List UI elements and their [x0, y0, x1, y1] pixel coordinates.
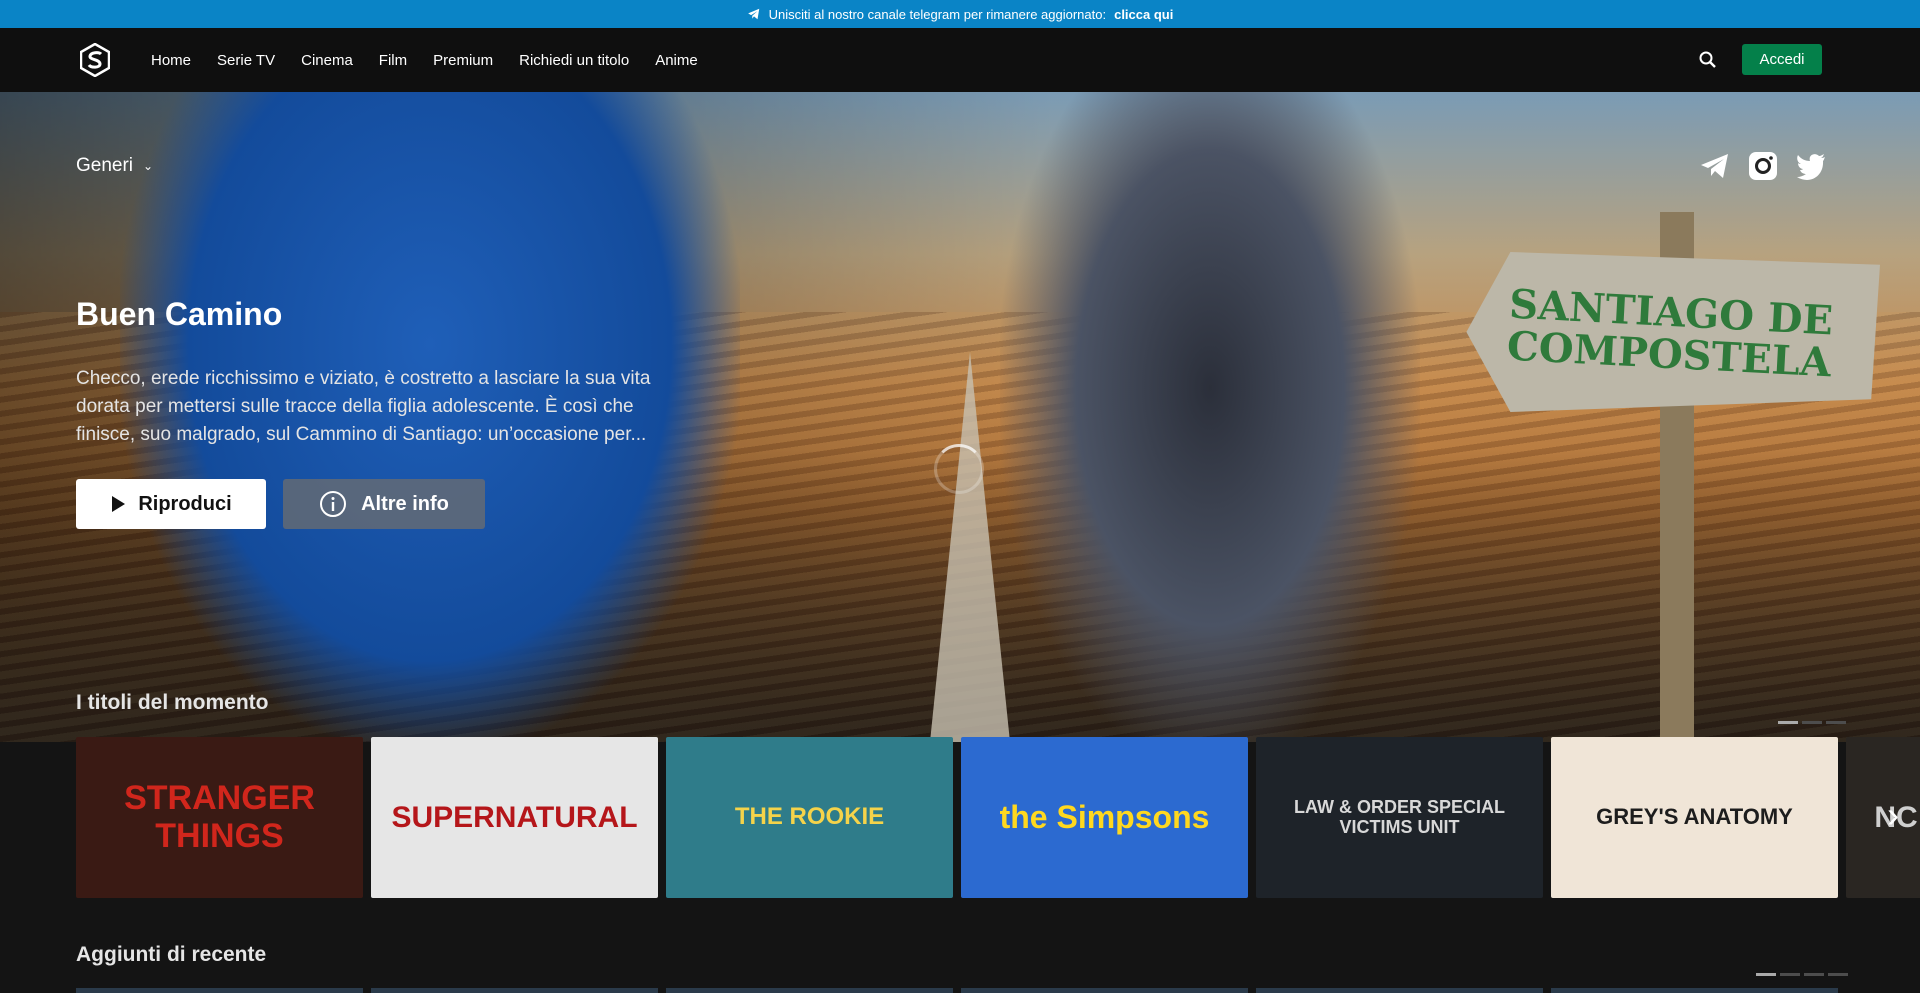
card-title: SUPERNATURAL	[391, 801, 638, 834]
pager-dot	[1778, 721, 1798, 724]
title-card[interactable]	[666, 988, 953, 993]
title-card[interactable]	[961, 988, 1248, 993]
pager-dot	[1804, 973, 1824, 976]
play-icon	[112, 496, 126, 512]
row-pager-recent	[1756, 973, 1848, 976]
banner-link[interactable]: clicca qui	[1114, 7, 1173, 22]
trending-carousel: STRANGER THINGS SUPERNATURAL THE ROOKIE …	[76, 737, 1920, 898]
chevron-down-icon: ⌄	[143, 159, 154, 173]
site-logo-icon[interactable]	[80, 43, 110, 77]
nav-links: Home Serie TV Cinema Film Premium Richie…	[151, 28, 698, 92]
genres-label: Generi	[76, 155, 134, 176]
pager-dot	[1826, 721, 1846, 724]
pager-dot	[1802, 721, 1822, 724]
row-title-trending: I titoli del momento	[76, 691, 269, 714]
instagram-icon[interactable]	[1748, 151, 1778, 181]
login-button[interactable]: Accedi	[1742, 44, 1822, 75]
nav-anime[interactable]: Anime	[655, 52, 698, 69]
nav-premium[interactable]: Premium	[433, 52, 493, 69]
telegram-icon[interactable]	[1700, 151, 1730, 181]
nav-richiedi-titolo[interactable]: Richiedi un titolo	[519, 52, 629, 69]
title-card[interactable]: the Simpsons	[961, 737, 1248, 898]
nav-film[interactable]: Film	[379, 52, 407, 69]
title-card[interactable]: LAW & ORDER SPECIAL VICTIMS UNIT	[1256, 737, 1543, 898]
title-card[interactable]: STRANGER THINGS	[76, 737, 363, 898]
genres-dropdown[interactable]: Generi ⌄	[76, 155, 153, 177]
play-button[interactable]: Riproduci	[76, 479, 266, 529]
hero-title: Buen Camino	[76, 296, 283, 332]
search-icon[interactable]	[1698, 50, 1718, 70]
title-card[interactable]	[1551, 988, 1838, 993]
pager-dot	[1828, 973, 1848, 976]
card-title: STRANGER THINGS	[124, 779, 315, 855]
card-title: the Simpsons	[999, 798, 1210, 835]
row-title-recent: Aggiunti di recente	[76, 943, 267, 966]
hero-banner: SANTIAGO DE COMPOSTELA Generi ⌄ Buen Cam…	[0, 92, 1920, 742]
card-title: LAW & ORDER SPECIAL VICTIMS UNIT	[1293, 796, 1505, 837]
hero-description: Checco, erede ricchissimo e viziato, è c…	[76, 368, 651, 445]
title-card[interactable]	[371, 988, 658, 993]
nav-cinema[interactable]: Cinema	[301, 52, 353, 69]
info-icon	[320, 491, 347, 517]
telegram-icon	[747, 8, 759, 20]
social-links	[1700, 151, 1826, 181]
more-info-label: Altre info	[361, 492, 449, 515]
carousel-next-icon[interactable]: ›	[1878, 794, 1908, 835]
title-card[interactable]	[1256, 988, 1543, 993]
hero-figure-girl	[1000, 92, 1420, 742]
more-info-button[interactable]: Altre info	[283, 479, 485, 529]
play-label: Riproduci	[138, 492, 232, 515]
hero-road	[930, 352, 1010, 742]
pager-dot	[1780, 973, 1800, 976]
loading-spinner-icon	[934, 444, 984, 494]
pager-dot	[1756, 973, 1776, 976]
title-card[interactable]: GREY'S ANATOMY	[1551, 737, 1838, 898]
banner-text: Unisciti al nostro canale telegram per r…	[768, 6, 1107, 22]
recent-carousel	[76, 988, 1920, 993]
card-title: THE ROOKIE	[734, 803, 885, 831]
telegram-banner: Unisciti al nostro canale telegram per r…	[0, 0, 1920, 28]
row-pager-trending	[1778, 721, 1846, 724]
title-card[interactable]: THE ROOKIE	[666, 737, 953, 898]
twitter-icon[interactable]	[1796, 151, 1826, 181]
nav-serie-tv[interactable]: Serie TV	[217, 52, 275, 69]
nav-home[interactable]: Home	[151, 52, 191, 69]
title-card[interactable]	[76, 988, 363, 993]
top-nav: Home Serie TV Cinema Film Premium Richie…	[0, 28, 1920, 92]
hero-sign-text: SANTIAGO DE COMPOSTELA	[1505, 280, 1835, 387]
title-card[interactable]: SUPERNATURAL	[371, 737, 658, 898]
card-title: GREY'S ANATOMY	[1596, 804, 1793, 830]
